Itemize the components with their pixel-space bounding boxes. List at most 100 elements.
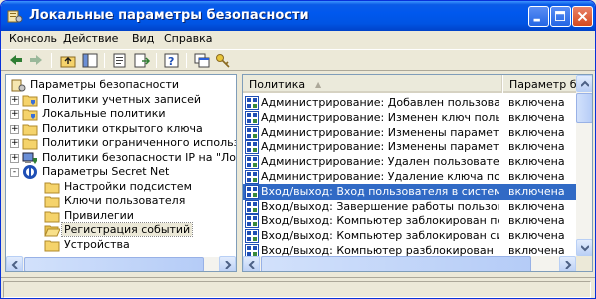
tree-item[interactable]: Устройства (6, 237, 236, 253)
maximize-button[interactable] (550, 6, 571, 27)
svg-text:?: ? (168, 55, 174, 68)
policy-icon (245, 140, 259, 155)
policy-name: Вход/выход: Вход пользователя в систему (261, 184, 499, 198)
chevron-up-icon (581, 80, 589, 87)
menu-action[interactable]: Действие (63, 32, 118, 45)
policy-name: Администрирование: Добавлен пользователь (261, 96, 499, 109)
title-bar[interactable]: Локальные параметры безопасности (1, 1, 595, 31)
policy-value: включена (508, 214, 565, 228)
scroll-left-button[interactable] (243, 256, 260, 271)
key-icon[interactable] (214, 52, 232, 69)
tree-pane[interactable]: Параметры безопасности + Политики учетных … (5, 74, 237, 272)
expand-toggle-icon[interactable]: + (10, 124, 19, 134)
up-folder-icon[interactable] (59, 52, 77, 69)
menu-view[interactable]: Вид (132, 32, 154, 45)
policy-name: Администрирование: Изменены параметры де… (261, 125, 499, 139)
policy-icon (245, 155, 259, 170)
show-hide-tree-icon[interactable] (81, 52, 99, 69)
expand-toggle-icon[interactable]: - (10, 168, 19, 177)
policy-value: включена (508, 125, 565, 139)
tree-scroll-thumb[interactable] (24, 257, 204, 271)
policy-value: включена (508, 96, 565, 109)
tree-item-label: Привилегии (64, 208, 134, 222)
scroll-right-button[interactable] (559, 256, 576, 271)
status-panel (3, 281, 591, 298)
scroll-down-button[interactable] (576, 239, 592, 256)
list-vertical-scrollbar[interactable] (576, 75, 592, 256)
column-header-label: Политика (249, 78, 306, 91)
expand-toggle-icon[interactable]: + (10, 153, 19, 163)
list-hscroll-thumb[interactable] (261, 256, 531, 271)
expand-toggle-icon[interactable]: + (10, 110, 19, 119)
minimize-button[interactable] (528, 6, 549, 27)
policy-row[interactable]: Администрирование: Удаление ключа пользо… (243, 169, 576, 185)
toolbar-separator (186, 53, 187, 68)
chevron-right-icon (565, 261, 572, 269)
forward-arrow-icon[interactable] (27, 52, 45, 69)
menu-help[interactable]: Справка (164, 32, 212, 45)
policy-row[interactable]: Администрирование: Изменен ключ пользова… (243, 110, 576, 126)
policy-value: включена (508, 110, 565, 124)
export-list-icon[interactable] (133, 52, 151, 69)
policy-name: Администрирование: Изменены параметры по… (261, 140, 499, 154)
scrollbar-corner (576, 256, 592, 271)
list-vscroll-thumb[interactable] (576, 93, 592, 123)
policy-icon (245, 125, 259, 140)
folder-icon (44, 240, 60, 251)
back-arrow-icon[interactable] (7, 52, 25, 69)
policy-name: Вход/выход: Завершение работы пользовате… (261, 199, 499, 213)
toolbar-separator (51, 53, 52, 68)
scroll-right-button[interactable] (219, 256, 236, 271)
tree-item-label: Политики учетных записей (42, 92, 201, 106)
policy-value: включена (508, 229, 565, 243)
policy-row[interactable]: Вход/выход: Компьютер заблокирован польз… (243, 213, 576, 229)
close-button[interactable] (572, 6, 593, 27)
column-header-setting[interactable]: Параметр без (503, 75, 576, 93)
tree-item-label: Политики безопасности IP на "Локальный к… (42, 150, 237, 164)
expand-toggle-icon[interactable]: + (10, 95, 19, 105)
scroll-left-button[interactable] (6, 256, 23, 271)
policy-icon (245, 170, 259, 184)
new-window-icon[interactable] (193, 52, 211, 69)
minimize-icon (533, 18, 540, 22)
menu-bar: Консоль Действие Вид Справка (1, 31, 595, 48)
app-window: Локальные параметры безопасности Консоль… (0, 0, 596, 299)
chevron-left-icon (248, 261, 255, 269)
tree-item-label: Устройства (64, 237, 130, 251)
policy-name: Администрирование: Удален пользователь (261, 155, 499, 169)
policy-row[interactable]: Вход/выход: Вход пользователя в систему в… (243, 183, 576, 200)
security-settings-icon (7, 10, 23, 23)
policy-name: Вход/выход: Компьютер заблокирован систе… (261, 229, 499, 243)
tree-item-label: Локальные политики (42, 107, 166, 120)
toolbar: ? (1, 49, 595, 71)
column-header-policy[interactable]: Политика ▲ (243, 75, 502, 93)
policy-value: включена (508, 184, 565, 198)
menu-console[interactable]: Консоль (9, 32, 57, 45)
tree-item-label: Регистрация событий (60, 222, 194, 237)
policy-value: включена (508, 170, 565, 183)
tree-item-label: Настройки подсистем (64, 179, 192, 193)
list-horizontal-scrollbar[interactable] (243, 256, 576, 271)
policy-row[interactable]: Администрирование: Изменены параметры де… (243, 125, 576, 141)
chevron-left-icon (11, 261, 18, 269)
close-icon (577, 11, 588, 22)
expand-toggle-icon[interactable]: + (10, 139, 19, 148)
policy-icon (245, 96, 259, 110)
help-icon[interactable]: ? (163, 52, 181, 69)
scroll-up-button[interactable] (576, 75, 592, 92)
policy-row[interactable]: Администрирование: Удален пользователь вк… (243, 154, 576, 170)
policy-row[interactable]: Администрирование: Изменены параметры по… (243, 139, 576, 155)
chevron-down-icon (581, 245, 589, 252)
tree-horizontal-scrollbar[interactable] (6, 256, 236, 271)
policy-icon (245, 184, 259, 199)
policy-icon (245, 199, 259, 214)
chevron-right-icon (225, 261, 232, 269)
policy-row[interactable]: Вход/выход: Компьютер заблокирован систе… (243, 228, 576, 244)
policy-icon (245, 214, 259, 229)
tree-item-label: Политики ограниченного использования про… (42, 136, 236, 149)
tree-item-label: Параметры Secret Net (42, 165, 170, 178)
policy-row[interactable]: Вход/выход: Завершение работы пользовате… (243, 199, 576, 215)
policy-row[interactable]: Администрирование: Добавлен пользователь… (243, 95, 576, 111)
policy-list-pane[interactable]: Политика ▲ Параметр без Администрировани… (242, 74, 593, 272)
properties-icon[interactable] (111, 52, 129, 69)
